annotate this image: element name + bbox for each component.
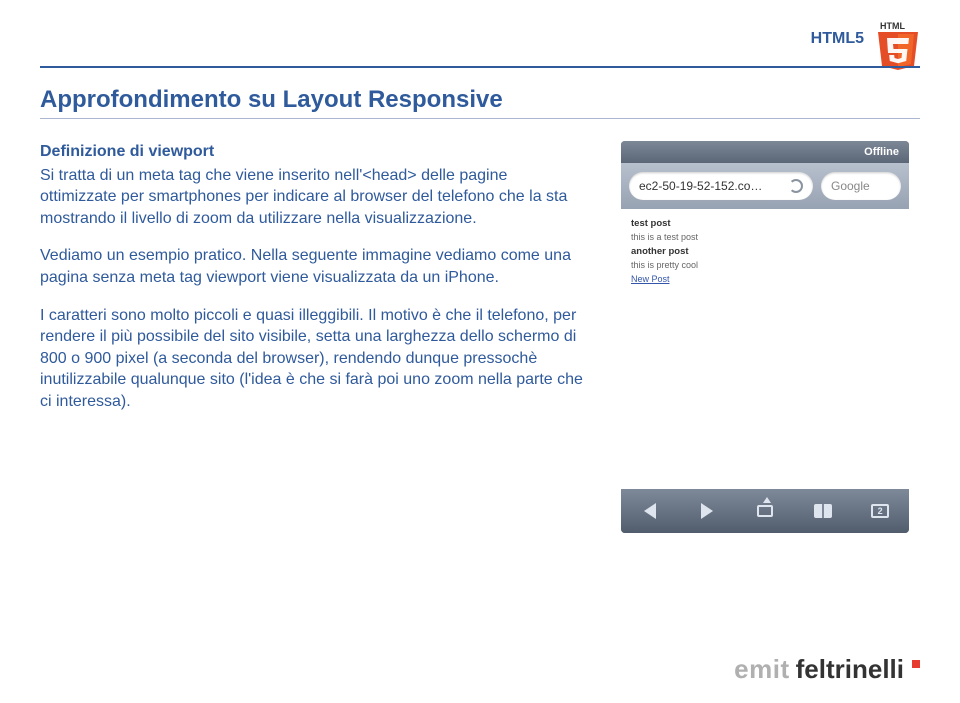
phone-toolbar: 2: [621, 489, 909, 533]
post-2-body: this is pretty cool: [631, 259, 899, 273]
post-1-title: test post: [631, 217, 899, 231]
url-field[interactable]: ec2-50-19-52-152.co…: [629, 172, 813, 200]
pages-icon[interactable]: 2: [860, 504, 900, 518]
header-label: HTML5: [811, 30, 864, 48]
paragraph-2: Vediamo un esempio pratico. Nella seguen…: [40, 245, 585, 288]
reload-icon[interactable]: [789, 179, 803, 193]
paragraph-1: Si tratta di un meta tag che viene inser…: [40, 165, 585, 230]
phone-page-content: test post this is a test post another po…: [621, 209, 909, 489]
phone-status-bar: Offline: [621, 141, 909, 163]
brand-left: emit: [734, 654, 789, 685]
search-field[interactable]: Google: [821, 172, 901, 200]
section-divider: [40, 118, 920, 119]
body-text-column: Definizione di viewport Si tratta di un …: [40, 141, 585, 533]
back-icon[interactable]: [630, 503, 670, 519]
logo-top-text: HTML: [880, 21, 905, 31]
subheading: Definizione di viewport: [40, 141, 585, 163]
url-text: ec2-50-19-52-152.co…: [639, 179, 762, 193]
paragraph-3: I caratteri sono molto piccoli e quasi i…: [40, 305, 585, 413]
section-title: Approfondimento su Layout Responsive: [40, 86, 920, 114]
brand-square-icon: [912, 660, 920, 668]
header-bar: HTML5 HTML: [40, 18, 920, 68]
phone-address-bar: ec2-50-19-52-152.co… Google: [621, 163, 909, 209]
search-placeholder: Google: [831, 179, 870, 193]
new-post-link[interactable]: New Post: [631, 273, 899, 287]
forward-icon[interactable]: [687, 503, 727, 519]
brand-right: feltrinelli: [796, 654, 904, 685]
post-2-title: another post: [631, 245, 899, 259]
share-icon[interactable]: [745, 505, 785, 517]
status-text: Offline: [864, 146, 899, 158]
post-1-body: this is a test post: [631, 231, 899, 245]
footer-brand: emitfeltrinelli: [734, 654, 920, 685]
phone-screenshot: Offline ec2-50-19-52-152.co… Google test…: [615, 141, 915, 533]
bookmarks-icon[interactable]: [803, 504, 843, 518]
